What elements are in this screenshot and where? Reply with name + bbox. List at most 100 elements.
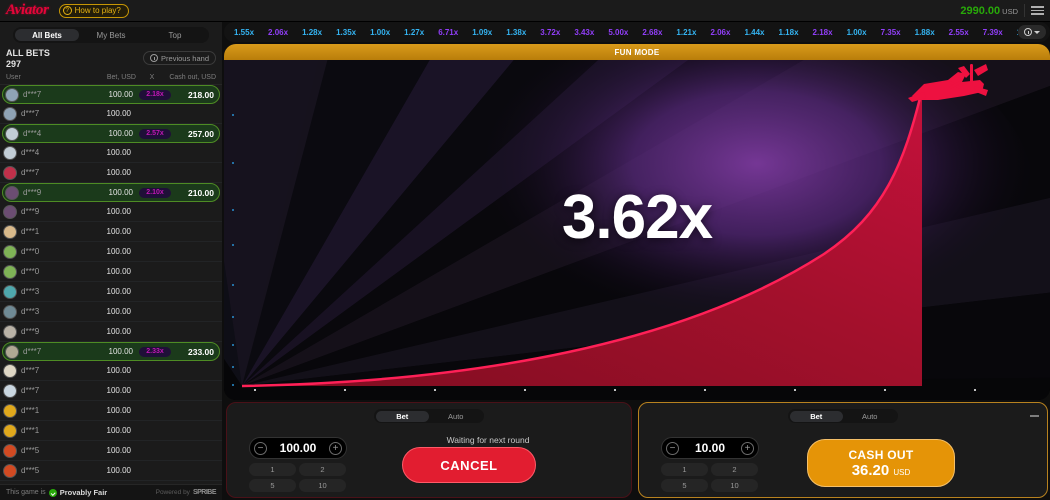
- avatar: [3, 165, 17, 180]
- bet-user: d***7: [21, 168, 40, 177]
- table-row[interactable]: d***9 100.00 2.10x 210.00: [2, 183, 220, 202]
- table-row[interactable]: d***1 100.00: [0, 401, 222, 421]
- history-multiplier[interactable]: 1.16x: [1010, 28, 1018, 37]
- column-user: User: [6, 74, 21, 81]
- avatar: [3, 145, 17, 160]
- history-multiplier[interactable]: 3.43x: [567, 28, 601, 37]
- how-to-play-button[interactable]: ? How to play?: [58, 3, 129, 18]
- avatar: [3, 304, 17, 319]
- avatar: [3, 463, 17, 478]
- bet-user: d***1: [21, 426, 40, 435]
- table-row[interactable]: d***7 100.00: [0, 104, 222, 124]
- bet-amount: 100.00: [106, 466, 131, 475]
- table-row[interactable]: d***5 100.00: [0, 441, 222, 461]
- stake-stepper-left[interactable]: − 100.00 +: [249, 437, 347, 459]
- table-row[interactable]: d***7 100.00 2.33x 233.00: [2, 342, 220, 361]
- table-row[interactable]: d***1 100.00: [0, 421, 222, 441]
- collapse-panel-icon[interactable]: [1030, 415, 1039, 417]
- plus-icon[interactable]: +: [328, 441, 342, 455]
- cash-out-button[interactable]: CASH OUT 36.20 USD: [807, 439, 955, 487]
- quick-amount-10-right[interactable]: 10: [711, 479, 758, 492]
- history-multiplier[interactable]: 1.27x: [397, 28, 431, 37]
- hamburger-icon[interactable]: [1031, 6, 1044, 15]
- table-row[interactable]: d***3 100.00: [0, 302, 222, 322]
- history-multiplier[interactable]: 6.71x: [431, 28, 465, 37]
- table-row[interactable]: d***9 100.00: [0, 202, 222, 222]
- sidebar-tab-my-bets[interactable]: My Bets: [79, 29, 143, 41]
- history-multiplier[interactable]: 1.88x: [908, 28, 942, 37]
- minus-icon[interactable]: −: [254, 441, 267, 455]
- quick-amount-5-left[interactable]: 5: [249, 479, 296, 492]
- table-row[interactable]: d***7 100.00 2.18x 218.00: [2, 85, 220, 104]
- table-row[interactable]: d***7 100.00: [0, 163, 222, 183]
- history-multiplier[interactable]: 1.00x: [840, 28, 874, 37]
- bet-mode-toggle-left: Bet Auto: [374, 409, 484, 423]
- previous-hand-button[interactable]: Previous hand: [143, 51, 216, 65]
- stake-stepper-right[interactable]: − 10.00 +: [661, 437, 759, 459]
- quick-amount-1-right[interactable]: 1: [661, 463, 708, 476]
- history-multiplier[interactable]: 1.00x: [363, 28, 397, 37]
- provably-fair[interactable]: This game is Provably Fair: [6, 488, 107, 497]
- history-multiplier[interactable]: 2.06x: [261, 28, 295, 37]
- sidebar-tab-top[interactable]: Top: [143, 29, 207, 41]
- table-row[interactable]: d***9 100.00: [0, 322, 222, 342]
- bet-mode-bet-right[interactable]: Bet: [789, 410, 843, 422]
- bet-user: d***1: [21, 406, 40, 415]
- stake-value-right[interactable]: 10.00: [695, 441, 725, 455]
- bet-user: d***0: [21, 267, 40, 276]
- history-multiplier[interactable]: 1.38x: [499, 28, 533, 37]
- history-multiplier[interactable]: 3.72x: [533, 28, 567, 37]
- bet-mode-auto-right[interactable]: Auto: [843, 411, 897, 422]
- table-row[interactable]: d***1 100.00: [0, 222, 222, 242]
- history-multiplier[interactable]: 1.21x: [669, 28, 703, 37]
- minus-icon[interactable]: −: [666, 441, 679, 455]
- history-multiplier[interactable]: 1.28x: [295, 28, 329, 37]
- avatar: [3, 106, 17, 121]
- avatar: [5, 344, 19, 359]
- history-multiplier[interactable]: 1.35x: [329, 28, 363, 37]
- history-multiplier[interactable]: 7.35x: [874, 28, 908, 37]
- history-multiplier[interactable]: 1.09x: [465, 28, 499, 37]
- sidebar-tab-all-bets[interactable]: All Bets: [15, 29, 79, 41]
- plus-icon[interactable]: +: [741, 441, 754, 455]
- table-row[interactable]: d***7 100.00: [0, 381, 222, 401]
- table-row[interactable]: d***4 100.00 2.57x 257.00: [2, 124, 220, 143]
- bet-amount: 100.00: [106, 267, 131, 276]
- table-row[interactable]: d***0 100.00: [0, 242, 222, 262]
- powered-by: Powered by SPRIBE: [156, 489, 217, 496]
- quick-amount-5-right[interactable]: 5: [661, 479, 708, 492]
- quick-amount-2-right[interactable]: 2: [711, 463, 758, 476]
- bets-table-header: User Bet, USD X Cash out, USD: [0, 72, 222, 85]
- table-row[interactable]: d***4 100.00: [0, 143, 222, 163]
- quick-amount-2-left[interactable]: 2: [299, 463, 346, 476]
- history-multiplier[interactable]: 7.39x: [976, 28, 1010, 37]
- bet-amount: 100.00: [106, 446, 131, 455]
- history-multiplier[interactable]: 2.06x: [703, 28, 737, 37]
- column-bet: Bet, USD: [106, 74, 136, 81]
- history-multiplier[interactable]: 1.55x: [227, 28, 261, 37]
- quick-amounts-right: 1 2 5 10: [661, 463, 759, 492]
- quick-amount-10-left[interactable]: 10: [299, 479, 346, 492]
- bet-mode-auto-left[interactable]: Auto: [429, 411, 483, 422]
- history-multiplier[interactable]: 2.18x: [806, 28, 840, 37]
- bets-list[interactable]: d***7 100.00 2.18x 218.00 d***7 100.00 d***4 10…: [0, 85, 222, 484]
- clock-icon: [150, 54, 159, 62]
- bet-mode-bet-left[interactable]: Bet: [375, 410, 429, 422]
- stake-value-left[interactable]: 100.00: [280, 441, 317, 455]
- history-multiplier[interactable]: 5.00x: [601, 28, 635, 37]
- bet-user: d***1: [21, 227, 40, 236]
- quick-amount-1-left[interactable]: 1: [249, 463, 296, 476]
- table-row[interactable]: d***7 100.00: [0, 361, 222, 381]
- cancel-button[interactable]: CANCEL: [402, 447, 536, 483]
- bet-amount: 100.00: [106, 109, 131, 118]
- cancel-label: CANCEL: [440, 457, 498, 473]
- table-row[interactable]: d***0 100.00: [0, 262, 222, 282]
- history-toggle-button[interactable]: [1018, 25, 1046, 39]
- history-multiplier[interactable]: 2.55x: [942, 28, 976, 37]
- history-multiplier[interactable]: 1.44x: [737, 28, 771, 37]
- table-row[interactable]: d***3 100.00: [0, 282, 222, 302]
- history-multiplier[interactable]: 1.18x: [772, 28, 806, 37]
- table-row[interactable]: d***5 100.00: [0, 461, 222, 481]
- bet-user: d***7: [21, 366, 40, 375]
- history-multiplier[interactable]: 2.68x: [635, 28, 669, 37]
